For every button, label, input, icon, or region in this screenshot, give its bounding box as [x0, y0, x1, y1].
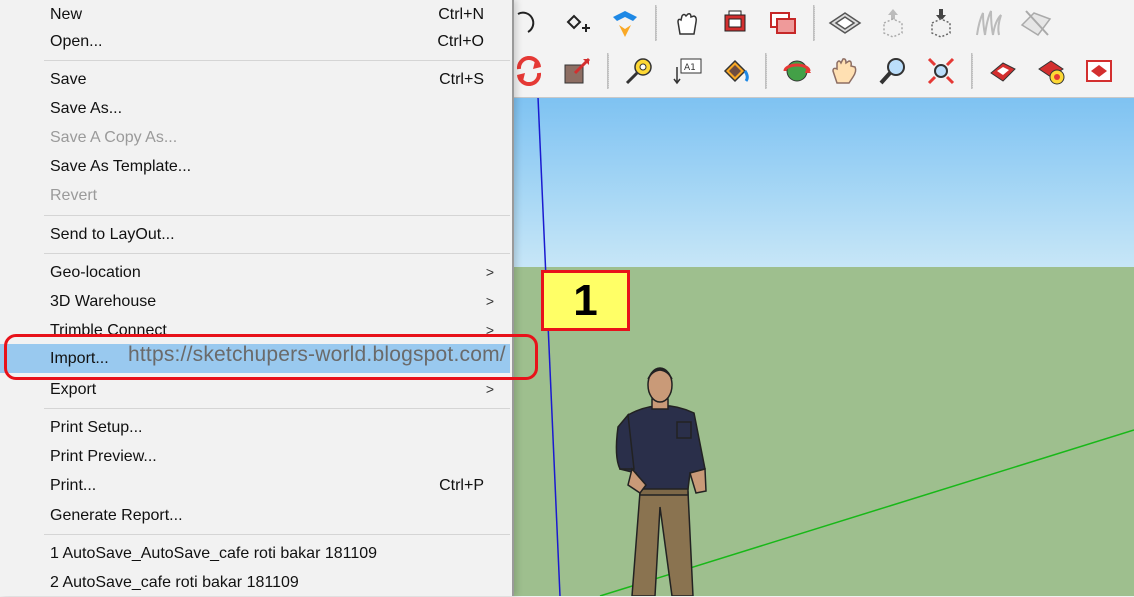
menu-separator: [44, 215, 510, 216]
component-red-icon[interactable]: [715, 3, 755, 43]
menu-item-print-preview[interactable]: Print Preview...: [0, 442, 510, 471]
rotate-icon[interactable]: [509, 51, 549, 91]
menu-item-send-to-layout[interactable]: Send to LayOut...: [0, 220, 510, 249]
trimble-connect-icon[interactable]: [605, 3, 645, 43]
chevron-right-icon: >: [485, 264, 494, 280]
toolbar-separator: [607, 53, 609, 89]
step-number-badge: 1: [541, 270, 630, 331]
menu-item-save-a-copy-as: Save A Copy As...: [50, 129, 178, 146]
menu-item-save-as-template[interactable]: Save As Template...: [0, 152, 510, 181]
toolbar-separator: [813, 5, 815, 41]
menu-item-geo-location[interactable]: Geo-location >: [0, 258, 510, 287]
download-box-icon[interactable]: [921, 3, 961, 43]
menu-item-new[interactable]: New Ctrl+N: [0, 0, 510, 29]
orbit-partial-icon[interactable]: [509, 3, 549, 43]
sandbox-flip-icon[interactable]: [1017, 3, 1057, 43]
svg-text:A1: A1: [684, 63, 696, 73]
menu-separator: [44, 534, 510, 535]
menu-item-print-setup[interactable]: Print Setup...: [0, 413, 510, 442]
blue-axis: [537, 97, 561, 596]
scale-figure: [615, 367, 707, 596]
ruby-console-icon[interactable]: [1079, 51, 1119, 91]
menu-item-recent-file-2[interactable]: 2 AutoSave_cafe roti bakar 181109: [0, 568, 510, 597]
section-plane-icon[interactable]: [825, 3, 865, 43]
grass-sandbox-icon[interactable]: [969, 3, 1009, 43]
paint-bucket-icon[interactable]: [715, 51, 755, 91]
menu-item-generate-report[interactable]: Generate Report...: [0, 501, 510, 530]
add-location-icon[interactable]: [557, 3, 597, 43]
menu-separator: [44, 408, 510, 409]
menu-separator: [44, 253, 510, 254]
layout-send-icon[interactable]: [983, 51, 1023, 91]
menu-item-open[interactable]: Open... Ctrl+O: [0, 27, 510, 56]
menu-item-recent-file-1[interactable]: 1 AutoSave_AutoSave_cafe roti bakar 1811…: [0, 539, 510, 568]
toolbar-separator: [655, 5, 657, 41]
menu-item-revert: Revert: [50, 187, 98, 204]
menu-item-save-as[interactable]: Save As...: [0, 94, 510, 123]
pan-hand-icon[interactable]: [825, 51, 865, 91]
menu-item-3d-warehouse[interactable]: 3D Warehouse >: [0, 287, 510, 316]
upload-box-icon[interactable]: [873, 3, 913, 43]
highlight-callout-box: [4, 334, 538, 380]
toolbar-separator: [971, 53, 973, 89]
component-stack-icon[interactable]: [763, 3, 803, 43]
toolbar-row-1: [505, 0, 1061, 46]
orbit-icon[interactable]: [777, 51, 817, 91]
toolbar-separator: [765, 53, 767, 89]
chevron-right-icon: >: [485, 293, 494, 309]
menu-separator: [44, 60, 510, 61]
file-menu: New Ctrl+N Open... Ctrl+O Save Ctrl+S Sa…: [0, 0, 514, 596]
extension-warehouse-icon[interactable]: [1031, 51, 1071, 91]
tape-measure-icon[interactable]: [619, 51, 659, 91]
menu-item-print[interactable]: Print... Ctrl+P: [0, 471, 510, 500]
zoom-extents-icon[interactable]: [921, 51, 961, 91]
toolbar-row-2: A1: [505, 48, 1123, 94]
text-label-icon[interactable]: A1: [667, 51, 707, 91]
hand-select-icon[interactable]: [667, 3, 707, 43]
zoom-icon[interactable]: [873, 51, 913, 91]
scale-icon[interactable]: [557, 51, 597, 91]
menu-item-save[interactable]: Save Ctrl+S: [0, 65, 510, 94]
